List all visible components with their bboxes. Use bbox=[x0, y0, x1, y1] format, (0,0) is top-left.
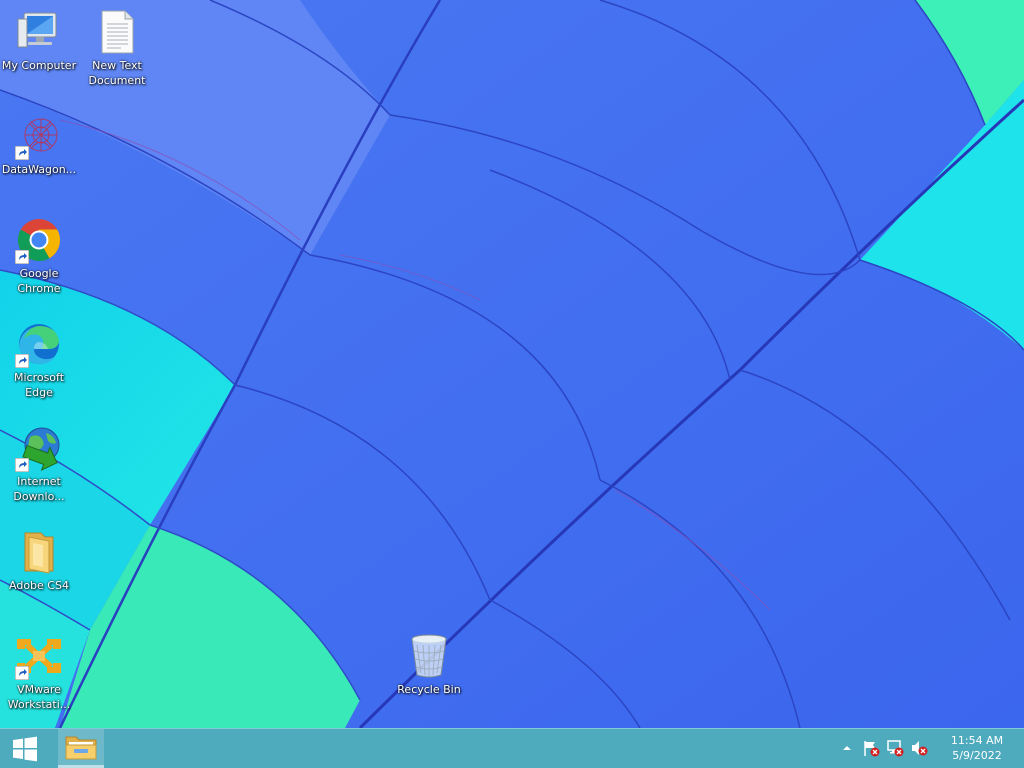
desktop-icon-label: Internet Downlo... bbox=[13, 475, 65, 503]
desktop-icon-recycle-bin[interactable]: Recycle Bin bbox=[390, 632, 468, 697]
shortcut-arrow-icon bbox=[15, 146, 29, 160]
computer-icon bbox=[15, 8, 63, 56]
desktop-icon-label: DataWagon... bbox=[1, 163, 77, 176]
desktop-icon-internet-download-manager[interactable]: Internet Downlo... bbox=[0, 424, 78, 504]
network-disconnected-icon bbox=[887, 740, 904, 757]
internet-download-manager-icon bbox=[15, 424, 63, 472]
chevron-up-icon bbox=[843, 746, 851, 750]
datawagon-icon bbox=[15, 112, 63, 160]
show-hidden-icons-button[interactable] bbox=[838, 739, 856, 757]
desktop[interactable]: My Computer New Text Document DataWagon.… bbox=[0, 0, 1024, 728]
desktop-icon-label: New Text Document bbox=[88, 59, 146, 87]
volume-muted-icon bbox=[912, 741, 928, 756]
desktop-icon-new-text-document[interactable]: New Text Document bbox=[78, 8, 156, 88]
desktop-icon-label: Recycle Bin bbox=[397, 683, 461, 696]
taskbar-clock[interactable]: 11:54 AM 5/9/2022 bbox=[940, 733, 1014, 763]
desktop-icon-label: VMware Workstati... bbox=[7, 683, 71, 711]
desktop-icon-label: Microsoft Edge bbox=[13, 371, 65, 399]
desktop-icon-google-chrome[interactable]: Google Chrome bbox=[0, 216, 78, 296]
clock-date: 5/9/2022 bbox=[952, 749, 1002, 762]
recycle-bin-icon bbox=[405, 632, 453, 680]
desktop-icon-datawagon[interactable]: DataWagon... bbox=[0, 112, 78, 177]
action-center-flag-icon bbox=[864, 741, 880, 757]
action-center-button[interactable] bbox=[862, 739, 880, 757]
desktop-icon-adobe-cs4[interactable]: Adobe CS4 bbox=[0, 528, 78, 593]
desktop-icon-label: Google Chrome bbox=[17, 267, 61, 295]
taskbar-file-explorer-button[interactable] bbox=[58, 729, 104, 768]
shortcut-arrow-icon bbox=[15, 458, 29, 472]
clock-time: 11:54 AM bbox=[950, 734, 1004, 747]
chrome-icon bbox=[15, 216, 63, 264]
volume-button[interactable] bbox=[910, 739, 928, 757]
shortcut-arrow-icon bbox=[15, 250, 29, 264]
text-document-icon bbox=[93, 8, 141, 56]
folder-icon bbox=[15, 528, 63, 576]
start-button[interactable] bbox=[0, 729, 50, 768]
desktop-icon-my-computer[interactable]: My Computer bbox=[0, 8, 78, 73]
desktop-icon-microsoft-edge[interactable]: Microsoft Edge bbox=[0, 320, 78, 400]
edge-icon bbox=[15, 320, 63, 368]
desktop-icon-vmware-workstation[interactable]: VMware Workstati... bbox=[0, 632, 78, 712]
file-explorer-icon bbox=[65, 736, 97, 760]
taskbar: 11:54 AM 5/9/2022 bbox=[0, 728, 1024, 768]
windows-logo-icon bbox=[13, 736, 37, 761]
network-button[interactable] bbox=[886, 739, 904, 757]
vmware-icon bbox=[15, 632, 63, 680]
desktop-icon-label: My Computer bbox=[1, 59, 77, 72]
shortcut-arrow-icon bbox=[15, 666, 29, 680]
desktop-icon-label: Adobe CS4 bbox=[9, 579, 69, 592]
shortcut-arrow-icon bbox=[15, 354, 29, 368]
wallpaper-balloon-fabric bbox=[0, 0, 1024, 728]
